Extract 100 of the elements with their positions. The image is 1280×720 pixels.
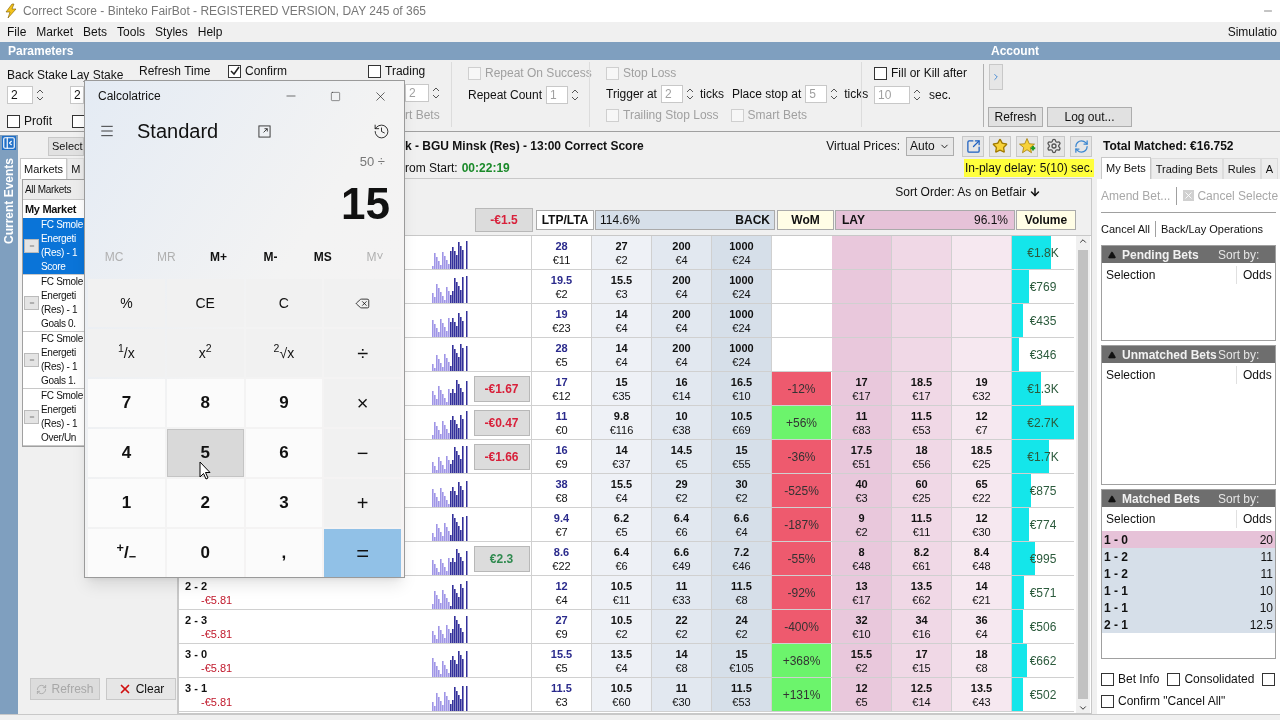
matched-bet-row[interactable]: 1 - 0 20: [1102, 531, 1275, 548]
price-cell[interactable]: 60 €25: [892, 474, 952, 507]
menu-item[interactable]: Styles: [151, 23, 192, 41]
collapse-button[interactable]: [24, 410, 39, 424]
price-cell[interactable]: 34 €16: [892, 610, 952, 643]
tab[interactable]: M: [67, 158, 85, 179]
price-cell[interactable]: 11 €33: [652, 576, 712, 609]
calc-key[interactable]: 4: [88, 429, 165, 477]
column-header[interactable]: Volume: [1016, 210, 1076, 230]
price-cell[interactable]: 1000 €24: [712, 338, 772, 371]
collapse-button[interactable]: [24, 296, 39, 310]
calc-key[interactable]: 2: [166, 479, 244, 527]
matched-bet-row[interactable]: 2 - 1 12.5: [1102, 616, 1275, 633]
tab[interactable]: Trading Bets: [1150, 158, 1223, 179]
calc-key[interactable]: ,: [245, 529, 323, 577]
price-cell[interactable]: 6.2 €5: [592, 508, 652, 541]
price-cell[interactable]: [832, 270, 892, 303]
menu-item[interactable]: Help: [193, 23, 227, 41]
price-cell[interactable]: 1000 €24: [712, 236, 772, 269]
price-cell[interactable]: 15.5 €2: [832, 644, 892, 677]
calc-key[interactable]: 5: [166, 429, 244, 477]
number-field[interactable]: 2: [7, 86, 33, 104]
price-cell[interactable]: 6.6 €49: [652, 542, 712, 575]
toolbar-button[interactable]: [962, 135, 984, 157]
matched-bet-row[interactable]: 1 - 2 11: [1102, 565, 1275, 582]
calc-key[interactable]: 6: [245, 429, 323, 477]
back-lay-button[interactable]: Back/Lay Operations: [1160, 220, 1264, 238]
price-cell[interactable]: 18 €8: [952, 644, 1012, 677]
calc-key[interactable]: +: [324, 479, 401, 527]
price-cell[interactable]: 13.5 €62: [892, 576, 952, 609]
checkbox[interactable]: [368, 64, 381, 78]
checkbox[interactable]: [228, 64, 241, 78]
price-cell[interactable]: 14 €8: [652, 644, 712, 677]
price-cell[interactable]: 32 €10: [832, 610, 892, 643]
column-header[interactable]: Odds: [1237, 510, 1272, 528]
price-cell[interactable]: 11 €30: [652, 678, 712, 711]
column-header[interactable]: Odds: [1237, 366, 1272, 384]
memory-button[interactable]: M-: [244, 248, 297, 266]
account-button[interactable]: Refresh: [988, 107, 1043, 127]
price-cell[interactable]: [892, 236, 952, 269]
price-cell[interactable]: 65 €22: [952, 474, 1012, 507]
calc-key[interactable]: −: [324, 429, 401, 477]
price-cell[interactable]: [952, 338, 1012, 371]
price-cell[interactable]: 14 €4: [592, 304, 652, 337]
scroll-down-icon[interactable]: [1078, 703, 1088, 713]
price-cell[interactable]: 40 €3: [832, 474, 892, 507]
matched-bet-row[interactable]: 1 - 1 10: [1102, 599, 1275, 616]
column-header[interactable]: Selection: [1102, 366, 1237, 384]
price-cell[interactable]: 30 €2: [712, 474, 772, 507]
price-cell[interactable]: [952, 304, 1012, 337]
cancel-all-button[interactable]: Cancel All: [1101, 220, 1156, 238]
checkbox[interactable]: [1167, 672, 1181, 686]
section-header[interactable]: Pending Bets Sort by:: [1102, 246, 1275, 263]
price-cell[interactable]: 10.5 €11: [592, 576, 652, 609]
calc-key[interactable]: 1: [88, 479, 165, 527]
number-field[interactable]: 2: [70, 86, 84, 104]
price-cell[interactable]: 18.5 €25: [952, 440, 1012, 473]
calc-key[interactable]: =: [324, 529, 401, 577]
price-cell[interactable]: [832, 338, 892, 371]
maximize-icon[interactable]: [330, 90, 341, 102]
menu-item[interactable]: Market: [32, 23, 78, 41]
price-cell[interactable]: [892, 270, 952, 303]
checkbox[interactable]: [1101, 694, 1114, 708]
toolbar-button[interactable]: [1016, 135, 1038, 157]
clear-button[interactable]: Clear: [106, 678, 176, 700]
price-cell[interactable]: 36 €4: [952, 610, 1012, 643]
memory-button[interactable]: M+: [192, 248, 245, 266]
price-cell[interactable]: 17 €17: [832, 372, 892, 405]
price-cell[interactable]: 10.5 €69: [712, 406, 772, 439]
price-cell[interactable]: 22 €2: [652, 610, 712, 643]
column-header[interactable]: LTP/LTA: [536, 210, 594, 230]
price-cell[interactable]: [892, 304, 952, 337]
price-cell[interactable]: 200 €4: [652, 304, 712, 337]
price-cell[interactable]: 29 €2: [652, 474, 712, 507]
column-header[interactable]: Selection: [1102, 510, 1237, 528]
price-cell[interactable]: 27 €2: [592, 236, 652, 269]
checkbox[interactable]: [1262, 672, 1276, 686]
price-cell[interactable]: 200 €4: [652, 338, 712, 371]
calc-key[interactable]: 8: [166, 379, 244, 427]
price-cell[interactable]: 10.5 €2: [592, 610, 652, 643]
price-cell[interactable]: 16 €14: [652, 372, 712, 405]
select-button[interactable]: Select: [48, 136, 84, 156]
price-cell[interactable]: 18 €56: [892, 440, 952, 473]
column-header[interactable]: Selection: [1102, 266, 1237, 284]
matched-bet-row[interactable]: 1 - 2 11: [1102, 548, 1275, 565]
price-cell[interactable]: 11.5 €53: [712, 678, 772, 711]
menu-icon[interactable]: [99, 123, 115, 139]
price-cell[interactable]: 8.2 €61: [892, 542, 952, 575]
price-cell[interactable]: 16.5 €10: [712, 372, 772, 405]
menu-item[interactable]: Tools: [113, 23, 150, 41]
account-button[interactable]: Log out...: [1047, 107, 1132, 127]
calc-key[interactable]: $^{+}$/$_{−}$: [88, 529, 165, 577]
menu-item[interactable]: Bets: [79, 23, 112, 41]
price-cell[interactable]: 12 €5: [832, 678, 892, 711]
calc-key[interactable]: ×: [324, 379, 401, 427]
back-header[interactable]: 114.6% BACK: [595, 210, 775, 230]
price-cell[interactable]: [832, 304, 892, 337]
menu-item[interactable]: File: [3, 23, 31, 41]
matched-bet-row[interactable]: 1 - 1 10: [1102, 582, 1275, 599]
calc-key[interactable]: 0: [166, 529, 244, 577]
